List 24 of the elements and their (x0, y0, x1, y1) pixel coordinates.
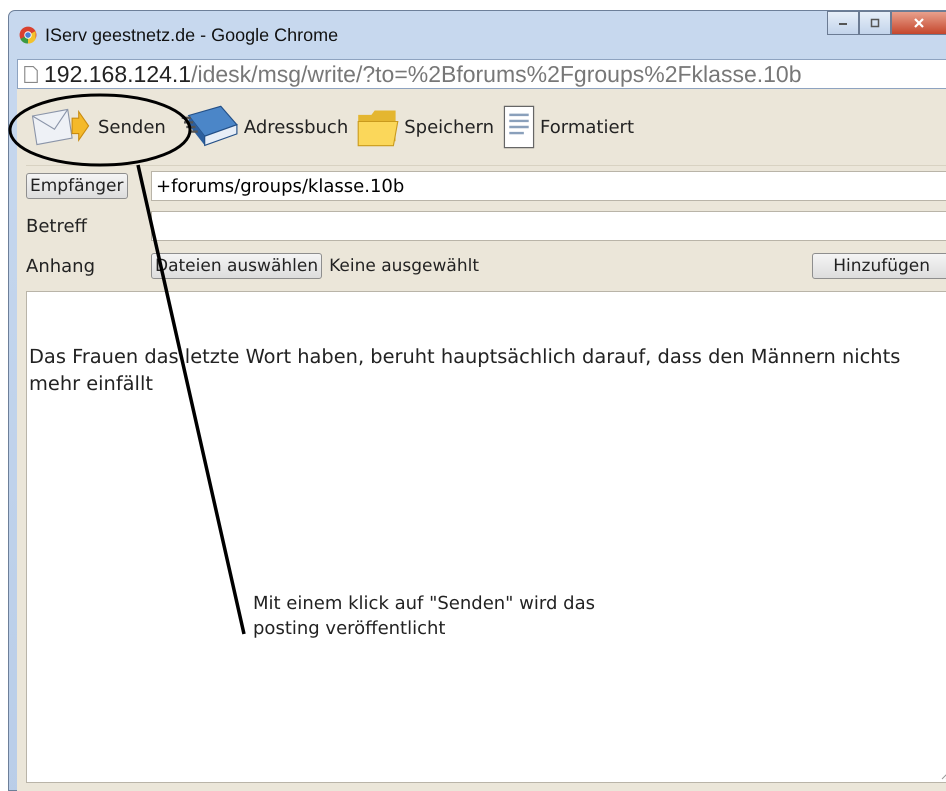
document-icon (502, 105, 536, 149)
close-icon (913, 18, 925, 28)
minimize-button[interactable] (827, 11, 859, 35)
subject-field[interactable] (151, 211, 946, 241)
recipient-button[interactable]: Empfänger (26, 173, 128, 199)
minimize-icon (838, 20, 848, 26)
window-title: IServ geestnetz.de - Google Chrome (45, 24, 338, 46)
recipient-field[interactable]: +forums/groups/klasse.10b (151, 171, 946, 201)
page-icon (24, 66, 38, 82)
address-bar[interactable]: 192.168.124.1/idesk/msg/write/?to=%2Bforums%2Fgroups%2Fklasse.10b (17, 59, 946, 89)
subject-label: Betreff (26, 216, 87, 236)
attachment-label: Anhang (26, 256, 95, 276)
toolbar-button[interactable]: Adressbuch (174, 104, 352, 150)
annotation-text: Mit einem klick auf "Senden" wird das posting veröffentlicht (253, 592, 595, 641)
maximize-button[interactable] (859, 11, 891, 35)
close-button[interactable] (891, 11, 946, 35)
file-status-text: Keine ausgewählt (329, 256, 479, 276)
browser-logo-icon (19, 26, 37, 44)
url-text: 192.168.124.1/idesk/msg/write/?to=%2Bforums%2Fgroups%2Fklasse.10b (44, 60, 802, 88)
toolbar-button[interactable]: Speichern (356, 106, 498, 148)
toolbar-button[interactable]: Formatiert (502, 105, 638, 149)
toolbar-button[interactable]: Senden (26, 105, 170, 149)
maximize-icon (870, 18, 880, 28)
add-button[interactable]: Hinzufügen (812, 253, 946, 279)
